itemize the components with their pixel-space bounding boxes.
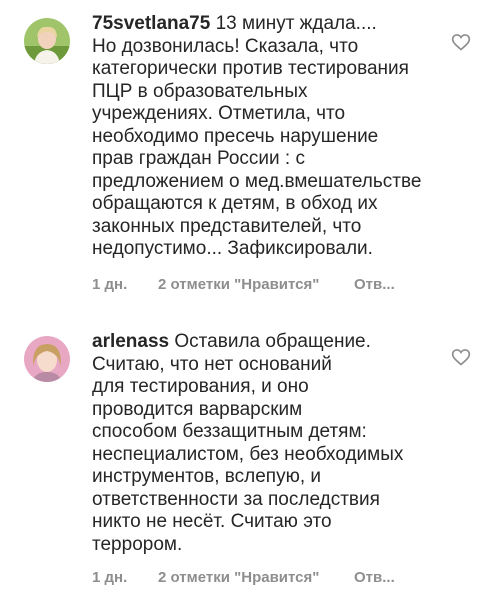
- reply-button[interactable]: Отв...: [354, 569, 395, 586]
- comment-item: arlenass Оставила обращение. Считаю, что…: [0, 0, 500, 594]
- comment-username[interactable]: arlenass: [92, 331, 169, 352]
- comment-time: 1 дн.: [92, 569, 128, 586]
- comment-text: arlenass Оставила обращение. Считаю, что…: [92, 331, 432, 556]
- comment-likes-count[interactable]: 2 отметки "Нравится": [158, 569, 319, 586]
- comment-body: Оставила обращение. Считаю, что нет осно…: [92, 331, 404, 555]
- heart-outline-icon[interactable]: [451, 347, 471, 367]
- user-avatar[interactable]: [24, 336, 70, 382]
